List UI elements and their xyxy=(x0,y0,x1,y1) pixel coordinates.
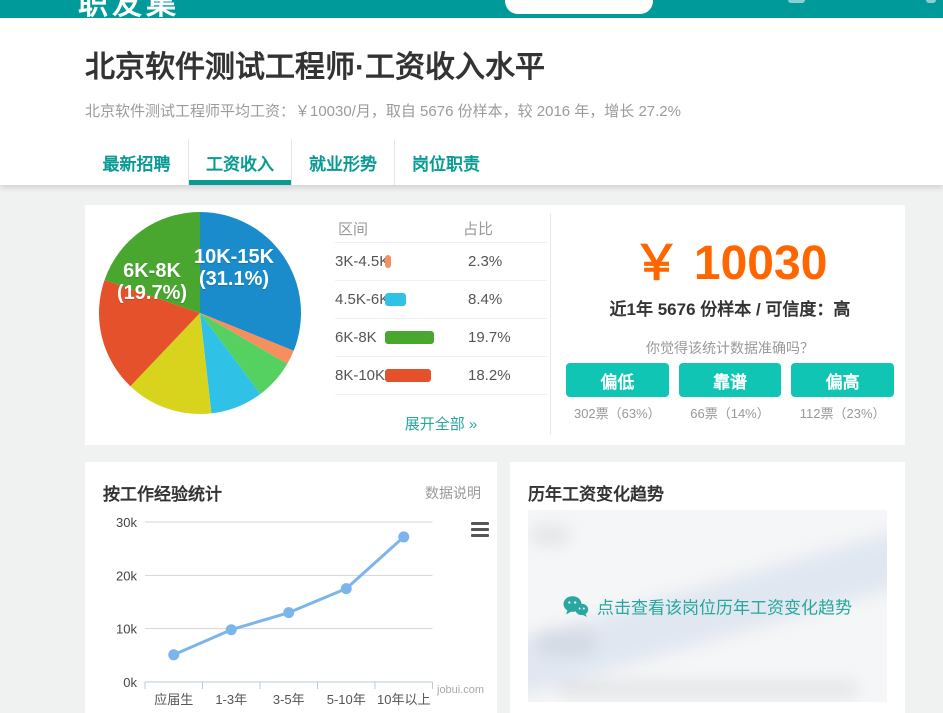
svg-text:5-10年: 5-10年 xyxy=(327,692,366,707)
blurred-chart-shape xyxy=(558,680,858,698)
svg-text:应届生: 应届生 xyxy=(154,692,193,707)
svg-text:30k: 30k xyxy=(116,515,137,530)
table-row: 3K-4.5K 2.3% xyxy=(335,243,547,281)
trend-blurred-preview: 点击查看该岗位历年工资变化趋势 xyxy=(528,510,887,702)
tab-latest-jobs[interactable]: 最新招聘 xyxy=(85,139,188,185)
vote-question: 你觉得该统计数据准确吗？ xyxy=(560,338,900,358)
expand-all-link[interactable]: 展开全部 » xyxy=(335,413,547,434)
pct-label: 2.3% xyxy=(468,253,502,270)
tab-label: 就业形势 xyxy=(309,150,377,175)
svg-text:20k: 20k xyxy=(116,568,137,583)
range-bar xyxy=(385,293,406,306)
page-subtitle: 北京软件测试工程师平均工资：￥10030/月，取自 5676 份样本，较 201… xyxy=(85,100,681,121)
vote-high-count: 112票（23%） xyxy=(791,403,894,422)
view-trend-text: 点击查看该岗位历年工资变化趋势 xyxy=(597,594,852,619)
vote-high-button[interactable]: 偏高 xyxy=(791,363,894,397)
vote-results: 302票（63%） 66票（14%） 112票（23%） xyxy=(560,403,900,422)
pct-label: 19.7% xyxy=(468,329,511,346)
watermark: jobui.com xyxy=(437,684,484,696)
svg-text:10k: 10k xyxy=(116,622,137,637)
range-label: 3K-4.5K xyxy=(335,253,389,270)
menu-icon[interactable] xyxy=(926,0,936,3)
tab-salary[interactable]: 工资收入 xyxy=(188,139,291,185)
range-bar xyxy=(385,255,391,268)
col-range: 区间 xyxy=(338,218,368,239)
table-row: 8K-10K 18.2% xyxy=(335,357,547,395)
page-header: 北京软件测试工程师·工资收入水平 北京软件测试工程师平均工资：￥10030/月，… xyxy=(0,18,943,185)
range-label: 8K-10K xyxy=(335,367,385,384)
salary-summary-card: 10K-15K (31.1%) 6K-8K (19.7%) 区间 占比 3K-4… xyxy=(85,205,905,445)
table-header: 区间 占比 xyxy=(335,213,547,243)
pie-svg xyxy=(95,208,305,418)
blurred-chart-shape xyxy=(536,630,596,656)
average-salary-amount: ￥ 10030 xyxy=(560,223,900,293)
svg-text:1-3年: 1-3年 xyxy=(215,692,247,707)
range-label: 6K-8K xyxy=(335,329,377,346)
vertical-divider xyxy=(550,213,551,435)
site-logo[interactable]: 职友集 xyxy=(78,0,180,18)
table-row: 4.5K-6K 8.4% xyxy=(335,281,547,319)
svg-text:10年以上: 10年以上 xyxy=(377,692,430,707)
vote-buttons: 偏低 靠谱 偏高 xyxy=(560,363,900,397)
pct-label: 18.2% xyxy=(468,367,511,384)
experience-card-title: 按工作经验统计 xyxy=(103,480,222,505)
chart-menu-icon[interactable] xyxy=(471,522,489,540)
vote-low-button[interactable]: 偏低 xyxy=(566,363,669,397)
vote-accurate-button[interactable]: 靠谱 xyxy=(679,363,782,397)
col-pct: 占比 xyxy=(463,218,493,239)
sample-info: 近1年 5676 份样本 / 可信度：高 xyxy=(560,295,900,320)
range-bar xyxy=(385,369,431,382)
trend-card-title: 历年工资变化趋势 xyxy=(528,480,664,505)
page: 职友集 北京软件测试工程师·工资收入水平 北京软件测试工程师平均工资：￥1003… xyxy=(0,0,943,713)
pct-label: 8.4% xyxy=(468,291,502,308)
svg-text:0k: 0k xyxy=(123,675,137,690)
tab-employment[interactable]: 就业形势 xyxy=(291,139,394,185)
vote-low-count: 302票（63%） xyxy=(566,403,669,422)
top-nav-bar: 职友集 xyxy=(0,0,943,18)
blurred-chart-shape xyxy=(530,524,570,546)
salary-pie-chart[interactable]: 10K-15K (31.1%) 6K-8K (19.7%) xyxy=(95,208,305,418)
view-trend-cta[interactable]: 点击查看该岗位历年工资变化趋势 xyxy=(528,594,887,619)
tab-label: 工资收入 xyxy=(206,150,274,175)
tab-duties[interactable]: 岗位职责 xyxy=(394,139,497,185)
svg-text:3-5年: 3-5年 xyxy=(273,692,305,707)
data-note-link[interactable]: 数据说明 xyxy=(425,483,481,503)
experience-chart-card: 0k 10k 20k 30k 应届生 1-3年 3-5年 5-10年 10年以上 按工作经验统计… xyxy=(85,462,497,713)
vote-accurate-count: 66票（14%） xyxy=(679,403,782,422)
tab-bar: 最新招聘 工资收入 就业形势 岗位职责 xyxy=(85,139,497,185)
search-input[interactable] xyxy=(505,0,653,14)
tab-label: 岗位职责 xyxy=(412,150,480,175)
active-tab-underline xyxy=(189,180,291,185)
range-label: 4.5K-6K xyxy=(335,291,389,308)
page-title: 北京软件测试工程师·工资收入水平 xyxy=(85,42,545,86)
user-icon[interactable] xyxy=(788,0,805,3)
range-bar xyxy=(385,331,434,344)
table-row: 6K-8K 19.7% xyxy=(335,319,547,357)
tab-label: 最新招聘 xyxy=(103,150,171,175)
yearly-trend-card: 历年工资变化趋势 点击查看该岗位历年工资变化趋势 xyxy=(510,462,905,713)
wechat-icon xyxy=(563,595,589,617)
salary-range-table: 区间 占比 3K-4.5K 2.3% 4.5K-6K 8.4% 6K-8K 19… xyxy=(335,213,547,395)
